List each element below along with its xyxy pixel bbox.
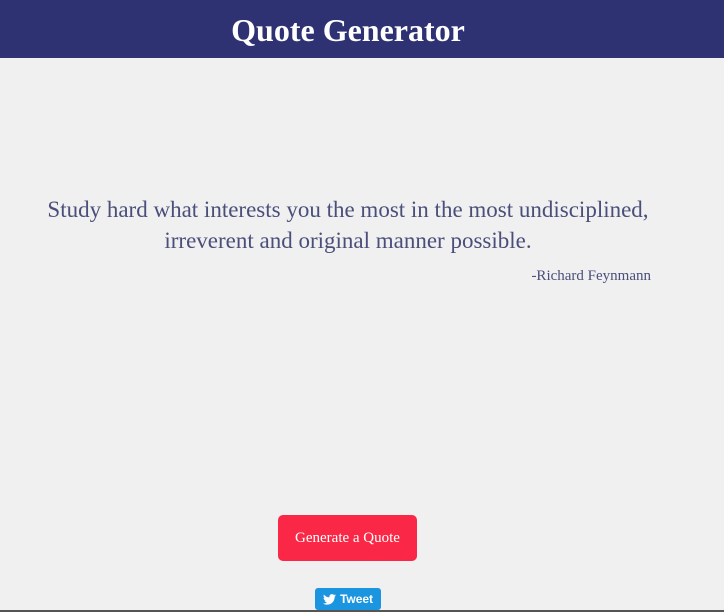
twitter-bird-icon <box>322 593 336 605</box>
tweet-label: Tweet <box>339 592 374 606</box>
quote-author: -Richard Feynmann <box>531 268 651 284</box>
app-header: Quote Generator <box>0 0 724 58</box>
quote-text: Study hard what interests you the most i… <box>47 197 649 253</box>
page-title: Quote Generator <box>231 12 465 48</box>
generate-quote-button[interactable]: Generate a Quote <box>278 515 417 561</box>
tweet-button[interactable]: Tweet <box>315 588 381 610</box>
